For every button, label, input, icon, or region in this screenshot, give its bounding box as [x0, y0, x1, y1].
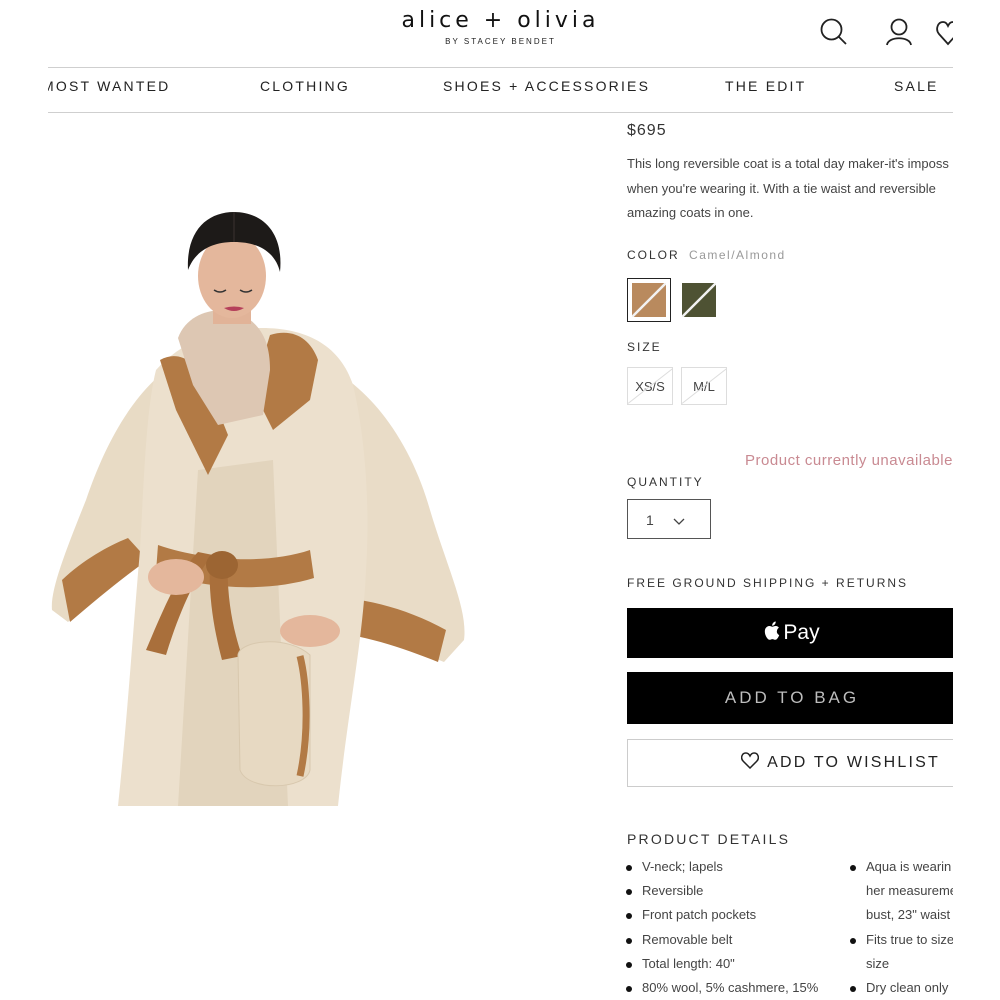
- nav-the-edit[interactable]: THE EDIT: [725, 78, 806, 94]
- nav-clothing[interactable]: CLOTHING: [260, 78, 350, 94]
- nav-divider: [48, 112, 953, 113]
- size-option-xs-s[interactable]: XS/S: [627, 367, 673, 405]
- swatch-camel-selected[interactable]: [627, 278, 671, 322]
- product-details-title: PRODUCT DETAILS: [627, 831, 791, 847]
- brand-name: alice + olivia: [401, 8, 600, 33]
- size-label: SIZE: [627, 340, 662, 354]
- page: alice + olivia BY STACEY BENDET MOST WAN…: [48, 0, 953, 1000]
- apple-pay-label: Pay: [783, 621, 820, 644]
- product-details-list-left: V-neck; lapels Reversible Front patch po…: [626, 855, 818, 1000]
- detail-item: 80% wool, 5% cashmere, 15%: [626, 976, 818, 1000]
- color-label: COLOR: [627, 248, 680, 262]
- detail-item: Front patch pockets: [626, 903, 818, 927]
- heart-icon: [741, 752, 767, 774]
- quantity-label: QUANTITY: [627, 475, 704, 489]
- wishlist-heart-icon[interactable]: [936, 20, 953, 46]
- shipping-note: FREE GROUND SHIPPING + RETURNS: [627, 576, 909, 590]
- detail-item: Removable belt: [626, 928, 818, 952]
- quantity-value: 1: [646, 512, 654, 528]
- detail-item: Fits true to size: [850, 928, 953, 952]
- product-details-list-right: Aqua is wearin her measureme bust, 23" w…: [850, 855, 953, 1000]
- description-line: when you're wearing it. With a tie waist…: [627, 180, 936, 196]
- brand-tagline: BY STACEY BENDET: [445, 37, 556, 46]
- quantity-select[interactable]: 1: [627, 499, 711, 539]
- detail-item: V-neck; lapels: [626, 855, 818, 879]
- availability-status: Product currently unavailable: [745, 452, 953, 469]
- search-icon[interactable]: [820, 18, 848, 46]
- apple-pay-button[interactable]: Pay: [627, 608, 953, 658]
- detail-item: Total length: 40": [626, 952, 818, 976]
- nav-most-wanted[interactable]: MOST WANTED: [48, 78, 170, 94]
- product-image[interactable]: [48, 210, 473, 806]
- detail-item-continued: bust, 23" waist: [866, 907, 951, 923]
- description-line: This long reversible coat is a total day…: [627, 156, 949, 171]
- color-value: Camel/Almond: [689, 248, 786, 262]
- description-line: amazing coats in one.: [627, 205, 754, 220]
- detail-item: Dry clean only: [850, 976, 953, 1000]
- brand-logo[interactable]: alice + olivia BY STACEY BENDET: [48, 8, 953, 46]
- detail-item: Reversible: [626, 879, 818, 903]
- apple-logo-icon: [764, 621, 780, 646]
- color-label-row: COLOR Camel/Almond: [627, 248, 953, 262]
- chevron-down-icon: [673, 513, 685, 529]
- main-nav: MOST WANTED CLOTHING SHOES + ACCESSORIES…: [48, 78, 953, 98]
- size-unavailable-slash: [682, 368, 726, 404]
- detail-item-continued: her measureme: [866, 883, 953, 899]
- swatch-camel: [632, 283, 666, 317]
- wishlist-label: ADD TO WISHLIST: [767, 754, 940, 771]
- swatch-olive[interactable]: [682, 283, 716, 317]
- detail-item-continued: size: [866, 955, 890, 971]
- add-to-bag-button[interactable]: ADD TO BAG: [627, 672, 953, 724]
- account-icon[interactable]: [886, 18, 912, 46]
- product-price: $695: [627, 122, 667, 139]
- detail-item: Aqua is wearin: [850, 855, 953, 879]
- nav-shoes-accessories[interactable]: SHOES + ACCESSORIES: [443, 78, 650, 94]
- nav-sale[interactable]: SALE: [894, 78, 939, 94]
- product-description: This long reversible coat is a total day…: [627, 152, 953, 226]
- size-option-m-l[interactable]: M/L: [681, 367, 727, 405]
- header-divider: [48, 67, 953, 68]
- add-to-wishlist-button[interactable]: ADD TO WISHLIST: [627, 739, 953, 787]
